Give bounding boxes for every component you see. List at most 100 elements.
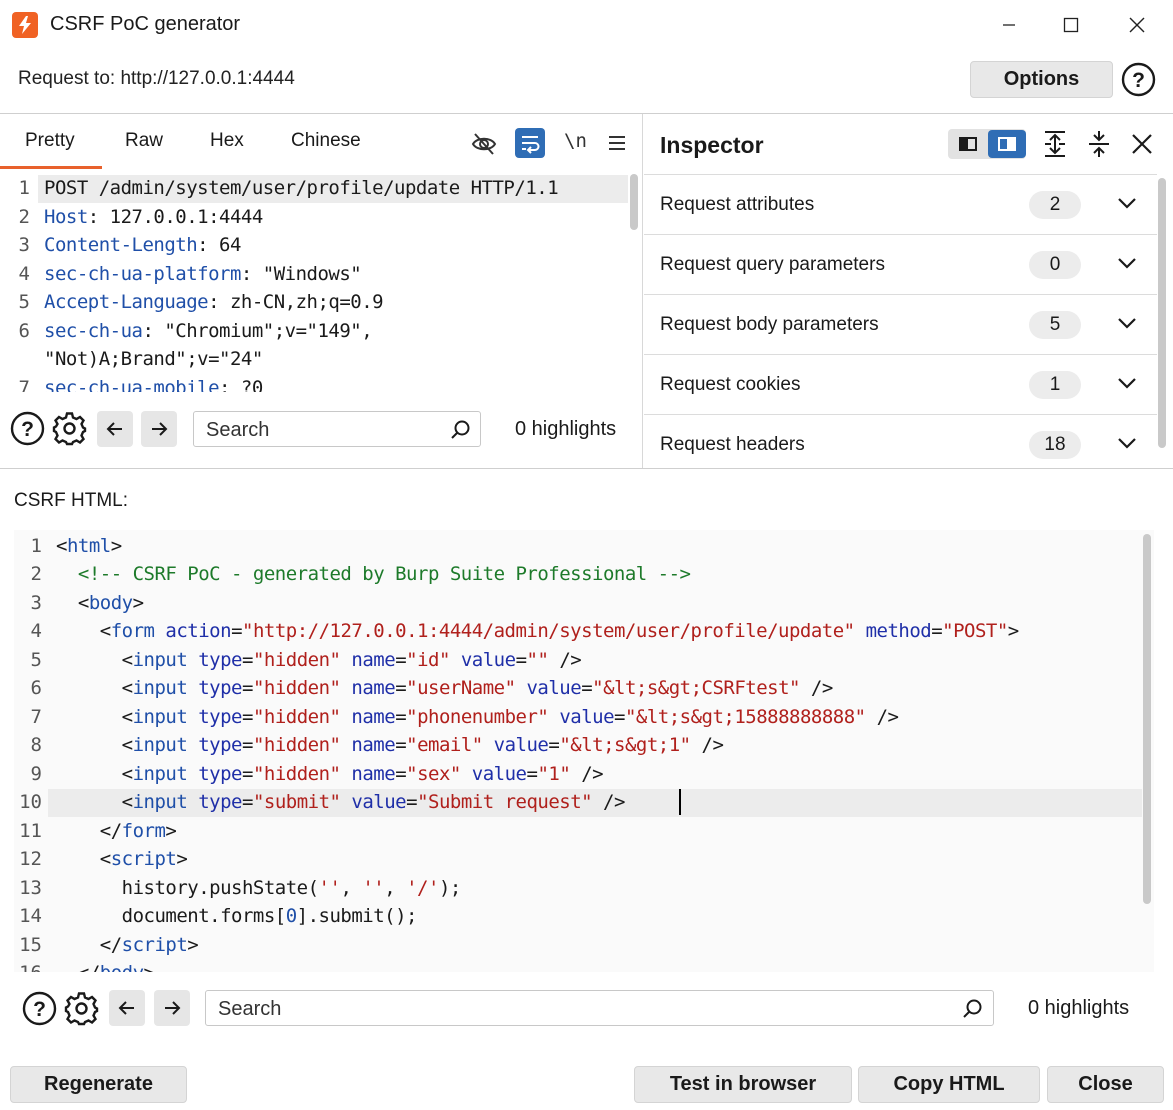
count-badge: 1 <box>1029 371 1081 399</box>
hide-nonprintable-button[interactable] <box>470 130 498 158</box>
chevron-down-icon[interactable] <box>1117 436 1137 450</box>
request-code-editor[interactable]: 1 2 3 4 5 6 7 POST /admin/system/user/pr… <box>0 172 643 392</box>
inspector-scrollbar[interactable] <box>1158 178 1166 448</box>
next-match-button[interactable] <box>141 411 177 447</box>
collapse-all-button[interactable] <box>1086 130 1112 158</box>
next-match-button[interactable] <box>154 990 190 1026</box>
code-line: </form> <box>56 820 177 842</box>
csrf-editor-scrollbar[interactable] <box>1143 534 1151 904</box>
line-number: 2 <box>18 206 30 228</box>
tab-chinese[interactable]: Chinese <box>291 130 361 152</box>
chevron-down-icon[interactable] <box>1117 196 1137 210</box>
count-badge: 18 <box>1029 431 1081 459</box>
help-button[interactable]: ? <box>10 411 45 446</box>
highlights-count: 0 highlights <box>515 418 617 440</box>
count-badge: 5 <box>1029 311 1081 339</box>
line-number: 3 <box>18 234 30 256</box>
settings-button[interactable] <box>64 991 99 1026</box>
chevron-down-icon[interactable] <box>1117 256 1137 270</box>
layout-left-button[interactable] <box>952 132 984 156</box>
line-number: 8 <box>30 734 42 756</box>
line-number: 16 <box>14 962 42 972</box>
svg-text:?: ? <box>1132 69 1145 92</box>
tab-hex[interactable]: Hex <box>210 130 244 152</box>
code-line: <script> <box>56 848 188 870</box>
panel-left-icon <box>959 137 977 151</box>
burp-app-icon <box>12 12 38 38</box>
csrf-html-editor[interactable]: 1 2 3 4 5 6 7 8 9 10 11 12 13 14 15 16 <… <box>14 530 1154 972</box>
editor-menu-button[interactable] <box>606 132 628 154</box>
test-in-browser-button[interactable]: Test in browser <box>634 1066 852 1103</box>
csrf-html-label: CSRF HTML: <box>14 490 128 511</box>
code-line: <input type="hidden" name="sex" value="1… <box>56 763 604 785</box>
previous-match-button[interactable] <box>97 411 133 447</box>
close-window-button[interactable] <box>1117 10 1157 40</box>
header-line: Host: 127.0.0.1:4444 <box>44 206 263 228</box>
tab-pretty[interactable]: Pretty <box>25 130 75 152</box>
line-number: 5 <box>30 649 42 671</box>
line-number: 6 <box>18 320 30 342</box>
tab-raw[interactable]: Raw <box>125 130 163 152</box>
code-line: history.pushState('', '', '/'); <box>56 877 462 899</box>
wrap-icon <box>522 136 540 154</box>
code-line: <body> <box>56 592 144 614</box>
expand-icon <box>1045 131 1065 157</box>
code-line: <html> <box>56 535 122 557</box>
line-number: 4 <box>30 620 42 642</box>
inspector-section-label: Request attributes <box>660 194 815 215</box>
inspector-title: Inspector <box>660 132 764 158</box>
code-line: <input type="hidden" name="email" value=… <box>56 734 724 756</box>
chevron-down-icon[interactable] <box>1117 376 1137 390</box>
count-badge: 2 <box>1029 191 1081 219</box>
help-button[interactable]: ? <box>22 991 57 1026</box>
close-button[interactable]: Close <box>1047 1066 1164 1103</box>
highlights-count: 0 highlights <box>1028 997 1130 1019</box>
layout-right-button[interactable] <box>988 130 1026 158</box>
search-icon <box>963 999 982 1018</box>
maximize-button[interactable] <box>1051 10 1091 40</box>
minimize-button[interactable] <box>989 10 1029 40</box>
maximize-icon <box>1063 17 1079 33</box>
help-icon: ? <box>10 411 45 446</box>
code-line: <form action="http://127.0.0.1:4444/admi… <box>56 620 1019 642</box>
search-input[interactable]: Search <box>193 411 481 447</box>
search-input[interactable]: Search <box>205 990 994 1026</box>
arrow-left-icon <box>118 1001 134 1015</box>
close-inspector-button[interactable] <box>1131 133 1153 155</box>
code-line: <!-- CSRF PoC - generated by Burp Suite … <box>77 563 691 585</box>
text-caret <box>679 789 681 815</box>
previous-match-button[interactable] <box>109 990 145 1026</box>
options-button[interactable]: Options <box>970 61 1113 98</box>
line-number: 2 <box>30 563 42 585</box>
panel-right-icon <box>998 137 1016 151</box>
word-wrap-button[interactable] <box>515 128 545 158</box>
code-line: document.forms[0].submit(); <box>56 905 418 927</box>
code-line: </script> <box>56 934 199 956</box>
divider <box>0 468 1173 469</box>
line-number: 13 <box>19 877 42 899</box>
line-number: 1 <box>30 535 42 557</box>
copy-html-button[interactable]: Copy HTML <box>858 1066 1040 1103</box>
gear-icon <box>64 992 99 1026</box>
code-line: <input type="submit" value="Submit reque… <box>56 791 626 813</box>
code-line: <input type="hidden" name="userName" val… <box>56 677 834 699</box>
help-icon: ? <box>22 991 57 1026</box>
line-number: 1 <box>18 177 30 199</box>
settings-button[interactable] <box>52 411 87 446</box>
active-tab-indicator <box>0 166 102 169</box>
request-editor-scrollbar[interactable] <box>630 174 638 230</box>
header-line: Content-Length: 64 <box>44 234 241 256</box>
expand-all-button[interactable] <box>1042 130 1068 158</box>
header-line: sec-ch-ua-mobile: ?0 <box>44 377 263 392</box>
line-number: 15 <box>19 934 42 956</box>
search-icon <box>451 420 470 439</box>
chevron-down-icon[interactable] <box>1117 316 1137 330</box>
regenerate-button[interactable]: Regenerate <box>10 1066 187 1103</box>
code-line: <input type="hidden" name="phonenumber" … <box>56 706 899 728</box>
header-line: sec-ch-ua-platform: "Windows" <box>44 263 362 285</box>
help-button[interactable]: ? <box>1121 62 1156 97</box>
header-line: Accept-Language: zh-CN,zh;q=0.9 <box>44 291 384 313</box>
help-icon: ? <box>1121 62 1156 97</box>
layout-toggle[interactable] <box>948 129 1026 159</box>
newline-toggle-icon[interactable]: \n <box>564 130 587 152</box>
